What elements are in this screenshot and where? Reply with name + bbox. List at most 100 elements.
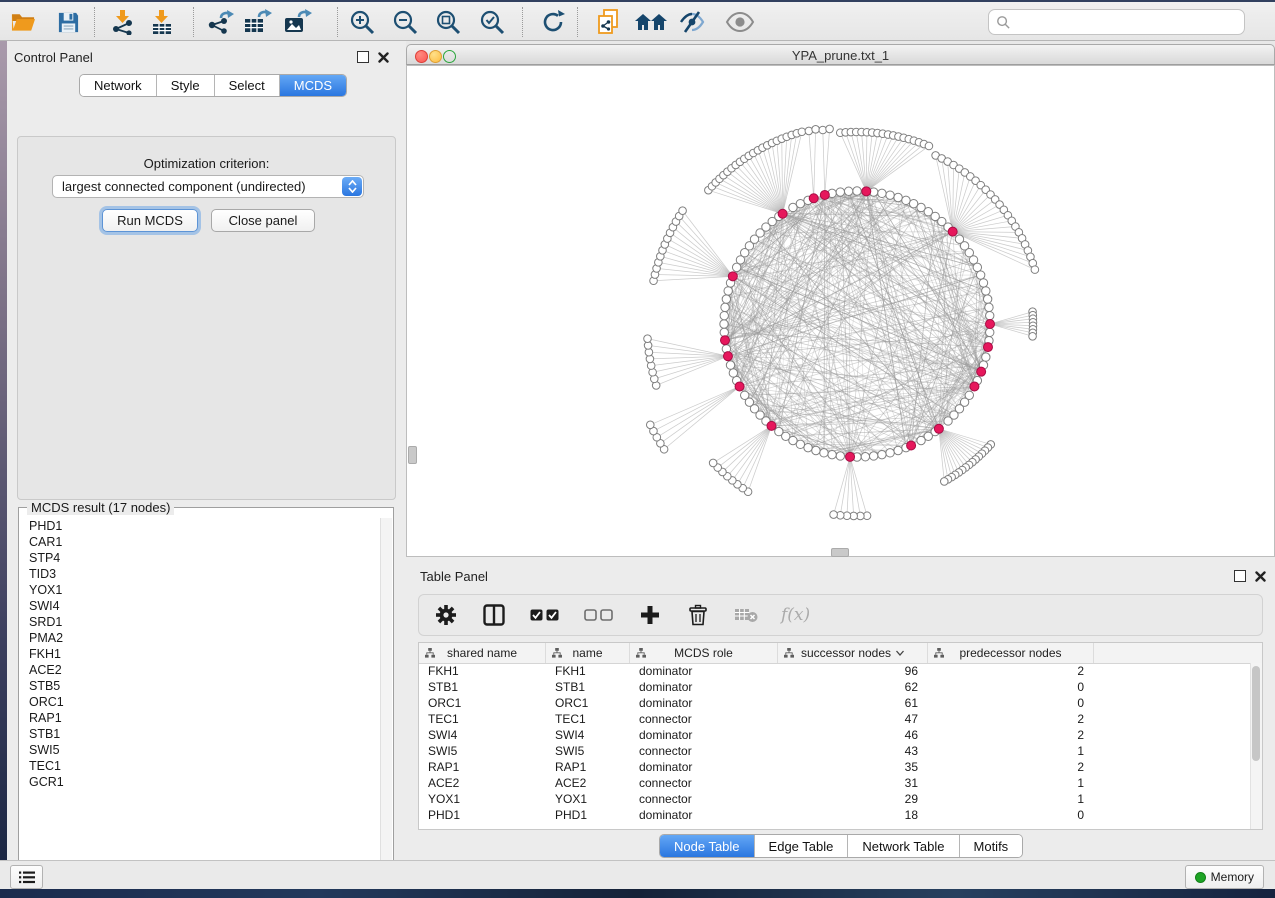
export-image-icon[interactable] bbox=[283, 8, 313, 36]
network-view[interactable] bbox=[406, 65, 1275, 557]
cell-mcds_role: dominator bbox=[630, 680, 778, 694]
table-row[interactable]: ACE2ACE2connector311 bbox=[419, 775, 1251, 791]
result-item[interactable]: TEC1 bbox=[21, 758, 381, 774]
table-scrollbar[interactable] bbox=[1250, 663, 1262, 829]
close-panel-icon[interactable] bbox=[378, 52, 389, 63]
tab-mcds[interactable]: MCDS bbox=[280, 75, 346, 96]
export-network-icon[interactable] bbox=[206, 8, 236, 36]
result-item[interactable]: ORC1 bbox=[21, 694, 381, 710]
column-header-predecessor-nodes[interactable]: predecessor nodes bbox=[928, 643, 1094, 663]
column-view-icon[interactable] bbox=[481, 602, 507, 628]
hide-eye-icon[interactable] bbox=[678, 8, 708, 36]
show-eye-icon[interactable] bbox=[725, 8, 755, 36]
table-row[interactable]: YOX1YOX1connector291 bbox=[419, 791, 1251, 807]
toolbar-separator bbox=[94, 7, 95, 37]
import-table-icon[interactable] bbox=[147, 8, 177, 36]
run-mcds-button[interactable]: Run MCDS bbox=[102, 209, 198, 232]
result-item[interactable]: RAP1 bbox=[21, 710, 381, 726]
tab-network[interactable]: Network bbox=[80, 75, 157, 96]
column-header-successor-nodes[interactable]: successor nodes bbox=[778, 643, 928, 663]
close-panel-button[interactable]: Close panel bbox=[211, 209, 315, 232]
zoom-selected-icon[interactable] bbox=[477, 8, 507, 36]
result-item[interactable]: CAR1 bbox=[21, 534, 381, 550]
cell-shared_name: RAP1 bbox=[419, 760, 546, 774]
refresh-icon[interactable] bbox=[538, 8, 568, 36]
cell-successor_nodes: 18 bbox=[778, 808, 928, 822]
search-field[interactable] bbox=[988, 9, 1245, 35]
node-table: shared namenameMCDS rolesuccessor nodes … bbox=[418, 642, 1263, 830]
tab-motifs[interactable]: Motifs bbox=[960, 835, 1023, 857]
close-table-panel-icon[interactable] bbox=[1255, 571, 1266, 582]
task-history-button[interactable] bbox=[10, 865, 43, 889]
clone-network-icon[interactable] bbox=[593, 8, 623, 36]
column-header-shared-name[interactable]: shared name bbox=[419, 643, 546, 663]
home-icon[interactable] bbox=[633, 8, 669, 36]
criterion-value: largest connected component (undirected) bbox=[62, 179, 306, 194]
network-graph[interactable] bbox=[407, 66, 1274, 556]
table-row[interactable]: ORC1ORC1dominator610 bbox=[419, 695, 1251, 711]
network-titlebar[interactable]: YPA_prune.txt_1 bbox=[406, 44, 1275, 65]
result-item[interactable]: GCR1 bbox=[21, 774, 381, 790]
cell-shared_name: ORC1 bbox=[419, 696, 546, 710]
float-table-panel-icon[interactable] bbox=[1234, 570, 1246, 582]
table-row[interactable]: RAP1RAP1dominator352 bbox=[419, 759, 1251, 775]
network-hscroll-thumb[interactable] bbox=[831, 548, 849, 557]
result-item[interactable]: SWI4 bbox=[21, 598, 381, 614]
result-item[interactable]: SRD1 bbox=[21, 614, 381, 630]
result-item[interactable]: YOX1 bbox=[21, 582, 381, 598]
tab-node-table[interactable]: Node Table bbox=[660, 835, 755, 857]
dropdown-stepper-icon bbox=[342, 177, 362, 196]
tab-network-table[interactable]: Network Table bbox=[848, 835, 959, 857]
memory-button[interactable]: Memory bbox=[1185, 865, 1264, 889]
add-column-icon[interactable] bbox=[637, 602, 663, 628]
result-scrollbar[interactable] bbox=[380, 518, 392, 879]
memory-label: Memory bbox=[1211, 870, 1254, 884]
hide-all-columns-icon[interactable] bbox=[583, 602, 615, 628]
cell-mcds_role: connector bbox=[630, 744, 778, 758]
result-item[interactable]: STB1 bbox=[21, 726, 381, 742]
zoom-fit-icon[interactable] bbox=[433, 8, 463, 36]
table-row[interactable]: SWI5SWI5connector431 bbox=[419, 743, 1251, 759]
import-network-icon[interactable] bbox=[108, 8, 138, 36]
result-item[interactable]: SWI5 bbox=[21, 742, 381, 758]
table-row[interactable]: FKH1FKH1dominator962 bbox=[419, 663, 1251, 679]
result-item[interactable]: STP4 bbox=[21, 550, 381, 566]
zoom-in-icon[interactable] bbox=[347, 8, 377, 36]
tab-edge-table[interactable]: Edge Table bbox=[755, 835, 849, 857]
tab-style[interactable]: Style bbox=[157, 75, 215, 96]
control-panel: Control Panel NetworkStyleSelectMCDS Opt… bbox=[7, 41, 397, 860]
cell-shared_name: STB1 bbox=[419, 680, 546, 694]
open-folder-icon[interactable] bbox=[8, 8, 38, 36]
result-item[interactable]: STB5 bbox=[21, 678, 381, 694]
criterion-dropdown[interactable]: largest connected component (undirected) bbox=[52, 175, 364, 198]
save-icon[interactable] bbox=[53, 8, 83, 36]
float-panel-icon[interactable] bbox=[357, 51, 369, 63]
table-row[interactable]: SWI4SWI4dominator462 bbox=[419, 727, 1251, 743]
show-all-columns-icon[interactable] bbox=[529, 602, 561, 628]
zoom-out-icon[interactable] bbox=[390, 8, 420, 36]
mcds-panel: Optimization criterion: largest connecte… bbox=[17, 136, 396, 500]
delete-table-icon[interactable] bbox=[733, 602, 759, 628]
tab-select[interactable]: Select bbox=[215, 75, 280, 96]
network-vscroll-thumb[interactable] bbox=[408, 446, 417, 464]
result-item[interactable]: ACE2 bbox=[21, 662, 381, 678]
result-item[interactable]: TID3 bbox=[21, 566, 381, 582]
cell-predecessor_nodes: 0 bbox=[928, 680, 1094, 694]
function-builder-icon[interactable]: f(x) bbox=[781, 605, 810, 625]
result-item[interactable]: PMA2 bbox=[21, 630, 381, 646]
delete-column-icon[interactable] bbox=[685, 602, 711, 628]
gear-icon[interactable] bbox=[433, 602, 459, 628]
table-row[interactable]: STB1STB1dominator620 bbox=[419, 679, 1251, 695]
mcds-result-list[interactable]: PHD1CAR1STP4TID3YOX1SWI4SRD1PMA2FKH1ACE2… bbox=[21, 518, 381, 878]
network-window: YPA_prune.txt_1 bbox=[406, 41, 1275, 557]
result-item[interactable]: FKH1 bbox=[21, 646, 381, 662]
table-header: shared namenameMCDS rolesuccessor nodes … bbox=[419, 643, 1262, 664]
column-header-MCDS-role[interactable]: MCDS role bbox=[630, 643, 778, 663]
search-input[interactable] bbox=[1011, 14, 1244, 30]
table-row[interactable]: PHD1PHD1dominator180 bbox=[419, 807, 1251, 823]
cell-name: SWI5 bbox=[546, 744, 630, 758]
result-item[interactable]: PHD1 bbox=[21, 518, 381, 534]
export-table-icon[interactable] bbox=[243, 8, 273, 36]
table-row[interactable]: TEC1TEC1connector472 bbox=[419, 711, 1251, 727]
column-header-name[interactable]: name bbox=[546, 643, 630, 663]
